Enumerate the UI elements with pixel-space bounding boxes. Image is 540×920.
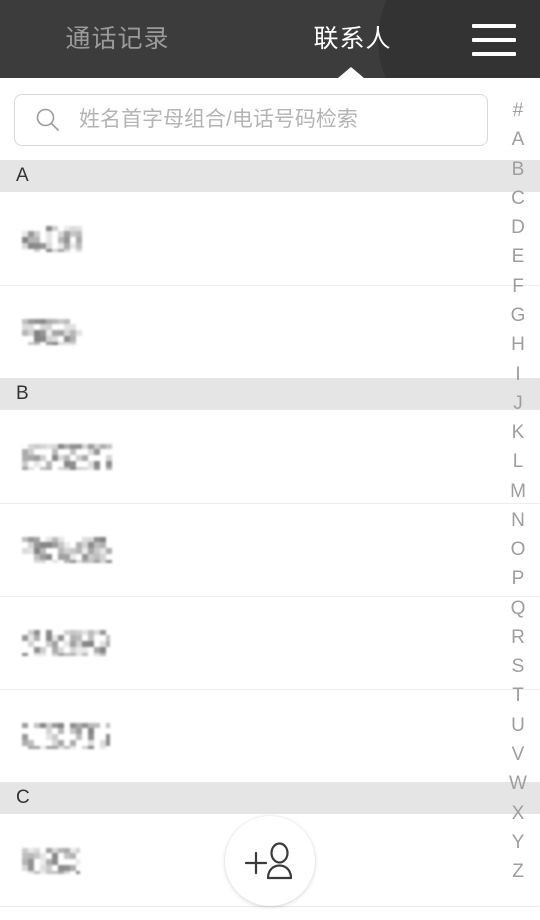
tab-contacts-label: 联系人 bbox=[313, 25, 392, 53]
contact-name-redacted bbox=[22, 723, 110, 749]
tab-bar: 通话记录 联系人 bbox=[0, 0, 470, 78]
hamburger-bar bbox=[472, 38, 516, 42]
search-icon bbox=[36, 108, 59, 131]
contact-name-redacted bbox=[22, 443, 112, 470]
index-letter-o[interactable]: O bbox=[496, 535, 540, 564]
index-letter-y[interactable]: Y bbox=[496, 828, 540, 857]
index-letter-h[interactable]: H bbox=[496, 330, 540, 359]
contact-name-redacted bbox=[22, 319, 84, 345]
contact-row[interactable] bbox=[0, 410, 540, 503]
search-box[interactable] bbox=[14, 94, 488, 146]
hamburger-bar bbox=[472, 52, 516, 56]
alphabet-index-rail[interactable]: # A B C D E F G H I J K L M N O P Q R S T U V W X Y Z bbox=[496, 96, 540, 886]
section-header-a: A bbox=[0, 160, 540, 192]
index-letter-u[interactable]: U bbox=[496, 711, 540, 740]
index-letter-hash[interactable]: # bbox=[496, 96, 540, 125]
hamburger-bar bbox=[472, 24, 516, 28]
index-letter-v[interactable]: V bbox=[496, 740, 540, 769]
add-contact-icon bbox=[244, 842, 293, 880]
contact-name-redacted bbox=[22, 847, 80, 874]
index-letter-n[interactable]: N bbox=[496, 506, 540, 535]
search-area bbox=[0, 78, 540, 160]
contact-list[interactable]: A B C bbox=[0, 160, 540, 920]
contact-name-redacted bbox=[22, 225, 84, 252]
index-letter-k[interactable]: K bbox=[496, 418, 540, 447]
index-letter-e[interactable]: E bbox=[496, 242, 540, 271]
contact-row[interactable] bbox=[0, 503, 540, 596]
index-letter-f[interactable]: F bbox=[496, 272, 540, 301]
index-letter-l[interactable]: L bbox=[496, 447, 540, 476]
index-letter-a[interactable]: A bbox=[496, 125, 540, 154]
active-tab-caret-icon bbox=[338, 67, 364, 78]
tab-call-log[interactable]: 通话记录 bbox=[0, 0, 235, 78]
index-letter-p[interactable]: P bbox=[496, 564, 540, 593]
index-letter-w[interactable]: W bbox=[496, 769, 540, 798]
index-letter-q[interactable]: Q bbox=[496, 594, 540, 623]
index-letter-c[interactable]: C bbox=[496, 184, 540, 213]
bottom-divider bbox=[0, 906, 540, 907]
contact-row[interactable] bbox=[0, 689, 540, 782]
index-letter-g[interactable]: G bbox=[496, 301, 540, 330]
section-header-b: B bbox=[0, 378, 540, 410]
index-letter-s[interactable]: S bbox=[496, 652, 540, 681]
contact-row[interactable] bbox=[0, 192, 540, 285]
search-input[interactable] bbox=[79, 105, 475, 135]
index-letter-x[interactable]: X bbox=[496, 798, 540, 827]
contact-row[interactable] bbox=[0, 596, 540, 689]
section-header-c: C bbox=[0, 782, 540, 814]
index-letter-z[interactable]: Z bbox=[496, 857, 540, 886]
add-contact-button[interactable] bbox=[225, 816, 315, 906]
index-letter-j[interactable]: J bbox=[496, 389, 540, 418]
index-letter-i[interactable]: I bbox=[496, 359, 540, 388]
hamburger-menu-icon[interactable] bbox=[466, 22, 522, 58]
index-letter-d[interactable]: D bbox=[496, 213, 540, 242]
app-header: 通话记录 联系人 bbox=[0, 0, 540, 78]
index-letter-t[interactable]: T bbox=[496, 681, 540, 710]
index-letter-b[interactable]: B bbox=[496, 155, 540, 184]
contact-name-redacted bbox=[22, 630, 110, 656]
contact-row[interactable] bbox=[0, 285, 540, 378]
contact-name-redacted bbox=[22, 537, 112, 563]
index-letter-r[interactable]: R bbox=[496, 623, 540, 652]
index-letter-m[interactable]: M bbox=[496, 476, 540, 505]
tab-call-log-label: 通话记录 bbox=[65, 25, 170, 53]
contacts-screen: 通话记录 联系人 ABC #ABCDEFGHIJKLMNOPQRSTUVWXYZ bbox=[0, 0, 540, 920]
